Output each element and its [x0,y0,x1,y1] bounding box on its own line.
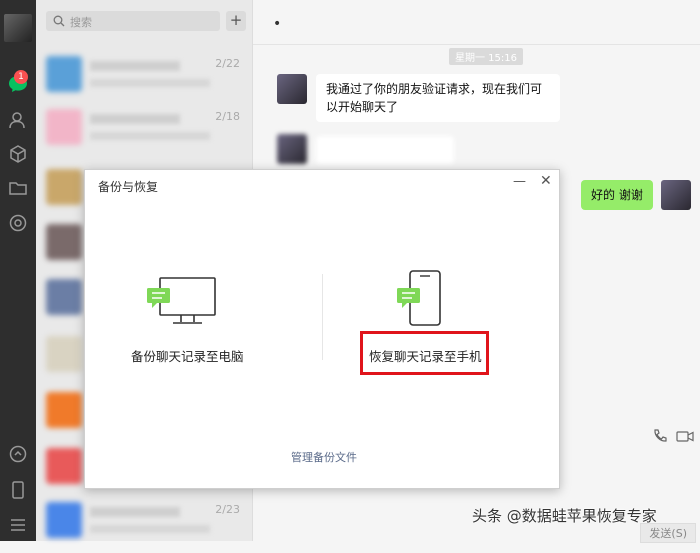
contacts-icon[interactable] [8,110,28,130]
manage-backup-link[interactable]: 管理备份文件 [291,449,357,465]
nav-rail: 1 [0,0,36,541]
moments-icon[interactable] [8,213,28,233]
message-bubble-blurred [316,136,454,164]
backup-option-label: 备份聊天记录至电脑 [131,349,244,364]
unread-badge: 1 [14,70,28,84]
video-call-icon[interactable] [676,428,694,444]
divider [322,274,323,360]
chat-header: • [253,0,700,45]
mini-program-icon[interactable] [8,444,28,464]
watermark: 头条 @数据蛙苹果恢复专家 [472,507,657,525]
search-placeholder: 搜索 [70,16,92,29]
chat-title: • [273,16,282,32]
avatar[interactable] [4,14,32,42]
contact-avatar[interactable] [277,74,307,104]
search-icon [53,15,65,27]
backup-restore-dialog: 备份与恢复 — ✕ 备份聊天记录至电脑 恢复聊天记录至手机 管理备份文件 [84,169,560,489]
list-item-date: 2/18 [215,110,240,123]
close-button[interactable]: ✕ [540,173,552,189]
phone-device-icon [397,270,441,326]
minimize-button[interactable]: — [513,174,526,189]
voice-call-icon[interactable] [652,428,668,444]
box-icon[interactable] [8,144,28,164]
folder-icon[interactable] [8,178,28,198]
list-item-date: 2/23 [215,503,240,516]
message-bubble: 我通过了你的朋友验证请求，现在我们可以开始聊天了 [316,74,560,122]
highlight-box [360,331,489,375]
add-button[interactable]: + [226,11,246,31]
contact-avatar[interactable] [277,134,307,164]
send-button[interactable]: 发送(S) [640,523,696,543]
list-item[interactable]: 2/23 [36,491,252,553]
list-item-date: 2/22 [215,57,240,70]
phone-icon[interactable] [8,480,28,500]
menu-icon[interactable] [8,515,28,535]
my-message-bubble: 好的 谢谢 [581,180,653,210]
computer-icon [147,277,216,324]
dialog-title: 备份与恢复 [98,180,159,194]
message-timestamp: 星期一 15:16 [449,48,523,65]
my-avatar[interactable] [661,180,691,210]
search-input[interactable]: 搜索 [46,11,220,31]
list-item[interactable]: 2/18 [36,98,252,160]
